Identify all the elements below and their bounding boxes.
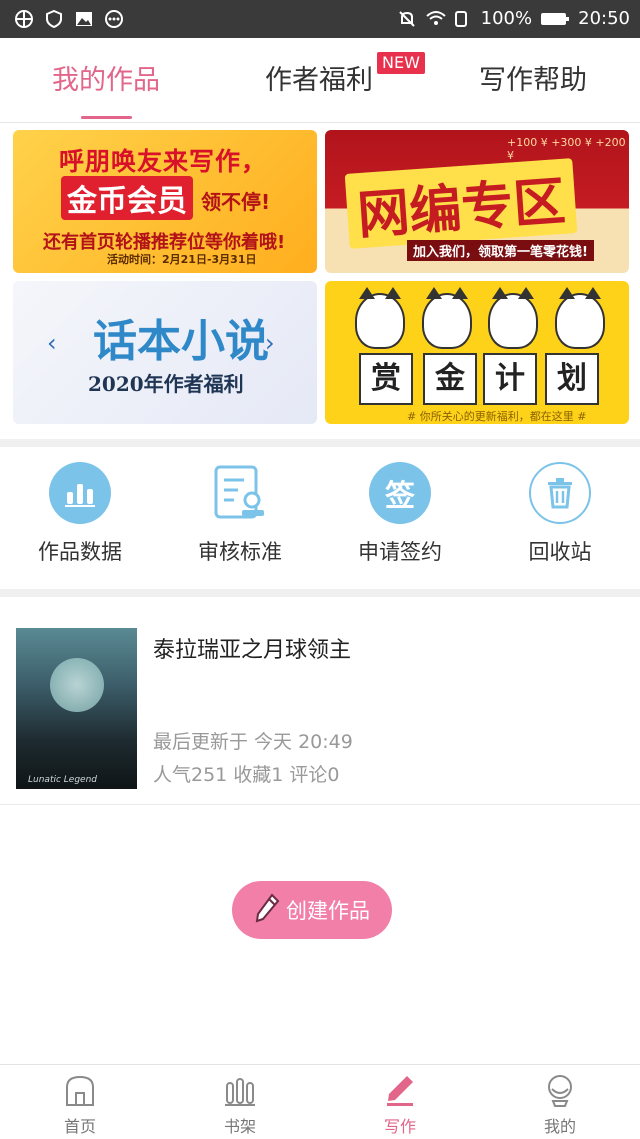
banner-editor-zone[interactable]: +100 ¥ +300 ¥ +200 ¥ 网编专区 加入我们，领取第一笔零花钱!	[325, 130, 629, 273]
profile-icon	[543, 1075, 577, 1111]
new-badge: NEW	[377, 52, 425, 74]
cover-title: Lunatic Legend	[28, 775, 97, 785]
active-tab-indicator	[81, 116, 132, 119]
banner-title: 网编专区	[344, 158, 578, 249]
banner-text: 呼朋唤友来写作，	[59, 147, 268, 176]
menu-label: 回收站	[528, 540, 592, 564]
tab-label: 写作帮助	[479, 65, 587, 96]
image-icon	[74, 9, 94, 29]
menu-work-data[interactable]: 作品数据	[10, 462, 150, 566]
menu-review-standards[interactable]: 审核标准	[170, 462, 310, 566]
banner-subtitle: 2020年作者福利	[88, 372, 244, 396]
arrow-right-icon: ›	[265, 329, 275, 357]
menu-label: 作品数据	[38, 540, 122, 564]
wifi-icon	[425, 9, 446, 29]
more-icon	[104, 9, 124, 29]
battery-percent: 100%	[480, 8, 533, 29]
banner-text: 领不停!	[201, 190, 271, 214]
work-stats: 人气251 收藏1 评论0	[153, 764, 340, 786]
banner-text: 金币会员	[61, 176, 193, 220]
status-bar: 100% 20:50	[0, 0, 640, 38]
mute-icon	[397, 9, 417, 29]
banner-word: 划	[545, 353, 599, 405]
banner-invite-friends[interactable]: 呼朋唤友来写作， 金币会员 领不停! 还有首页轮播推荐位等你着哦! 活动时间：2…	[13, 130, 317, 273]
tab-author-benefits[interactable]: 作者福利 NEW	[265, 52, 425, 97]
battery-icon	[540, 9, 570, 29]
cat-icon	[421, 287, 472, 349]
tab-label: 我的作品	[52, 65, 160, 96]
banner-word: 计	[483, 353, 537, 405]
nav-bookshelf[interactable]: 书架	[160, 1073, 320, 1137]
sign-icon: 签	[369, 462, 431, 524]
shield-icon	[44, 9, 64, 29]
menu-label: 申请签约	[358, 540, 442, 564]
banner-date: 活动时间：2月21日-3月31日	[107, 253, 257, 266]
tab-writing-help[interactable]: 写作帮助	[479, 58, 587, 97]
pencil-icon	[254, 892, 280, 928]
bookshelf-icon	[223, 1078, 257, 1111]
menu-recycle-bin[interactable]: 回收站	[490, 462, 630, 566]
banner-story-novel[interactable]: ‹ 话本小说 2020年作者福利 ›	[13, 281, 317, 424]
work-title[interactable]: 泰拉瑞亚之月球领主	[153, 632, 351, 664]
banner-bounty-plan[interactable]: 赏 金 计 划 # 你所关心的更新福利，都在这里 #	[325, 281, 629, 424]
bar-chart-icon	[49, 462, 111, 524]
nav-label: 写作	[383, 1117, 416, 1136]
sim-icon	[453, 9, 473, 29]
section-divider	[0, 439, 640, 447]
nav-home[interactable]: 首页	[0, 1073, 160, 1137]
nav-label: 首页	[63, 1117, 96, 1136]
bottom-nav: 首页 书架 写作 我的	[0, 1064, 640, 1139]
nav-label: 我的	[543, 1117, 576, 1136]
cat-icon	[355, 287, 405, 349]
globe-icon	[14, 9, 34, 29]
book-cover[interactable]: Lunatic Legend	[16, 628, 137, 789]
nav-label: 书架	[223, 1117, 256, 1136]
banner-word: 赏	[359, 353, 413, 405]
review-doc-icon	[209, 462, 271, 524]
create-button-label: 创建作品	[286, 899, 370, 923]
menu-label: 审核标准	[198, 540, 282, 564]
cat-icon	[488, 287, 539, 349]
cover-art	[50, 658, 104, 712]
work-updated: 最后更新于 今天 20:49	[153, 731, 353, 753]
banner-subtitle: 加入我们，领取第一笔零花钱!	[407, 240, 594, 261]
clock: 20:50	[578, 8, 630, 29]
menu-apply-contract[interactable]: 签 申请签约	[330, 462, 470, 566]
pen-icon	[383, 1076, 417, 1111]
cat-icon	[554, 287, 605, 349]
arrow-left-icon: ‹	[47, 329, 57, 357]
banner-title: 话本小说	[93, 316, 269, 367]
trash-icon	[529, 462, 591, 524]
sign-icon-text: 签	[385, 479, 415, 514]
banner-footer: # 你所关心的更新福利，都在这里 #	[407, 410, 587, 423]
tab-label: 作者福利	[265, 65, 373, 96]
divider	[0, 804, 640, 805]
tab-my-works[interactable]: 我的作品	[52, 58, 160, 97]
home-icon	[63, 1075, 97, 1111]
create-work-button[interactable]: 创建作品	[232, 881, 392, 939]
nav-mine[interactable]: 我的	[480, 1073, 640, 1137]
section-divider	[0, 589, 640, 597]
top-tabs: 我的作品 作者福利 NEW 写作帮助	[0, 38, 640, 123]
banner-word: 金	[423, 353, 477, 405]
nav-write[interactable]: 写作	[320, 1073, 480, 1137]
cats-illustration	[355, 287, 605, 353]
